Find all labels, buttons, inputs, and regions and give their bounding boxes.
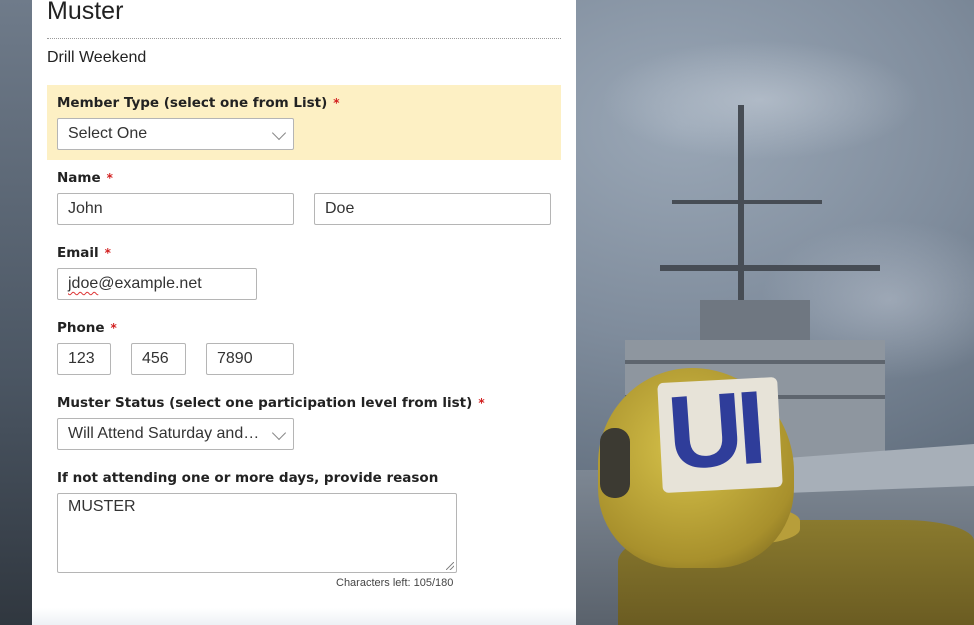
ship-yardarm xyxy=(672,200,822,204)
muster-status-label: Muster Status (select one participation … xyxy=(57,395,485,411)
email-label-text: Email xyxy=(57,245,99,261)
phone-label-text: Phone xyxy=(57,320,105,336)
name-label: Name * xyxy=(57,170,113,186)
muster-status-label-text: Muster Status (select one participation … xyxy=(57,395,473,411)
form-subtitle: Drill Weekend xyxy=(47,49,147,66)
required-marker: * xyxy=(104,246,111,260)
member-type-label: Member Type (select one from List) * xyxy=(57,95,340,111)
reason-label: If not attending one or more days, provi… xyxy=(57,470,439,486)
last-name-input[interactable]: Doe xyxy=(314,193,551,225)
member-type-select[interactable]: Select One xyxy=(57,118,294,150)
required-marker: * xyxy=(106,171,113,185)
member-type-selected: Select One xyxy=(68,125,148,142)
email-value-prefix: jdoe xyxy=(68,275,99,292)
resize-grip-icon[interactable] xyxy=(446,562,454,570)
title-divider xyxy=(47,38,561,39)
required-marker: * xyxy=(110,321,117,335)
email-value-suffix: @example.net xyxy=(98,275,202,292)
required-marker: * xyxy=(333,96,340,110)
email-input[interactable]: jdoe@example.net xyxy=(57,268,257,300)
required-marker: * xyxy=(478,396,485,410)
email-label: Email * xyxy=(57,245,111,261)
muster-status-selected: Will Attend Saturday and Sunday xyxy=(68,425,283,442)
phone-label: Phone * xyxy=(57,320,117,336)
page-title: Muster xyxy=(47,0,124,25)
phone-prefix-input[interactable]: 456 xyxy=(131,343,186,375)
cloud xyxy=(600,40,920,160)
first-name-input[interactable]: John xyxy=(57,193,294,225)
ship-yardarm xyxy=(660,265,880,271)
member-type-label-text: Member Type (select one from List) xyxy=(57,95,328,111)
reason-value: MUSTER xyxy=(68,498,136,515)
phone-line-input[interactable]: 7890 xyxy=(206,343,294,375)
ship-deck-line xyxy=(625,360,885,364)
muster-status-select[interactable]: Will Attend Saturday and Sunday xyxy=(57,418,294,450)
helmet-letters: UI xyxy=(664,369,764,493)
characters-left-counter: Characters left: 105/180 xyxy=(336,577,454,589)
name-label-text: Name xyxy=(57,170,101,186)
reason-textarea[interactable]: MUSTER xyxy=(57,493,457,573)
ear-protector xyxy=(600,428,630,498)
form-panel-bottom xyxy=(32,608,576,625)
phone-area-input[interactable]: 123 xyxy=(57,343,111,375)
